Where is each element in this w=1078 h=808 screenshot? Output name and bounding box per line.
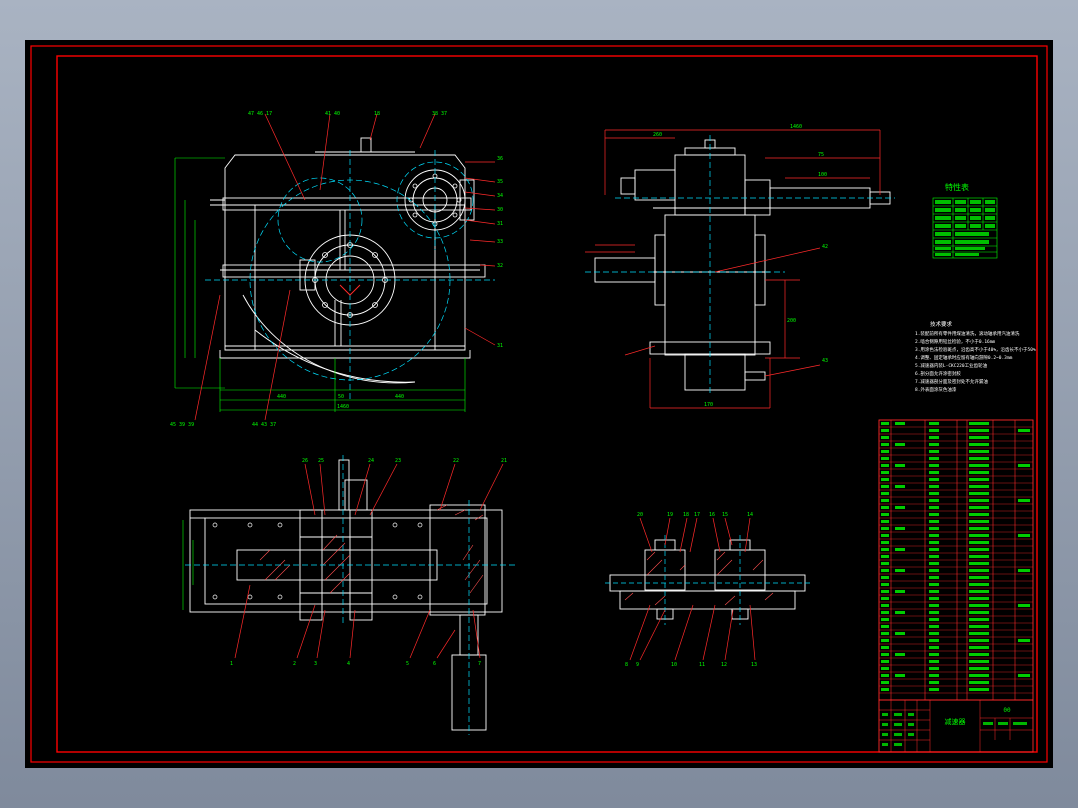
characteristic-table: 特性表 bbox=[932, 182, 998, 259]
svg-text:技术要求: 技术要求 bbox=[930, 320, 953, 328]
svg-text:4: 4 bbox=[347, 661, 350, 667]
svg-text:6.剖分面允许涂密封胶: 6.剖分面允许涂密封胶 bbox=[915, 370, 961, 377]
svg-text:26: 26 bbox=[302, 458, 308, 464]
svg-text:10: 10 bbox=[671, 662, 677, 668]
svg-text:8: 8 bbox=[625, 662, 628, 668]
front-view-dimensions bbox=[174, 157, 466, 412]
parts-list-table bbox=[878, 419, 1034, 701]
front-view-dim-text: 440 50 440 1460 bbox=[277, 394, 404, 410]
front-view bbox=[210, 137, 486, 384]
front-view-bolt-holes bbox=[312, 173, 462, 318]
technical-requirements: 技术要求 1.装配前所有零件用煤油清洗，滚动轴承用汽油清洗 2.啮合侧隙用铅丝检… bbox=[915, 320, 1036, 393]
svg-text:35: 35 bbox=[497, 179, 503, 185]
svg-text:24: 24 bbox=[368, 458, 374, 464]
svg-text:5: 5 bbox=[406, 661, 409, 667]
svg-text:14: 14 bbox=[747, 512, 753, 518]
svg-text:特性表: 特性表 bbox=[945, 182, 969, 192]
drawing-code: 00 bbox=[1003, 707, 1011, 714]
svg-text:440: 440 bbox=[277, 394, 286, 400]
svg-text:50: 50 bbox=[338, 394, 344, 400]
svg-text:440: 440 bbox=[395, 394, 404, 400]
svg-text:31: 31 bbox=[497, 343, 503, 349]
svg-text:45 39 39: 45 39 39 bbox=[170, 422, 194, 428]
svg-text:18: 18 bbox=[683, 512, 689, 518]
inner-frame bbox=[56, 55, 1038, 753]
svg-text:44 43 37: 44 43 37 bbox=[252, 422, 276, 428]
svg-text:16: 16 bbox=[709, 512, 715, 518]
svg-text:36: 36 bbox=[497, 156, 503, 162]
svg-text:20: 20 bbox=[637, 512, 643, 518]
svg-text:9: 9 bbox=[636, 662, 639, 668]
cad-drawing-canvas: 440 50 440 1460 47 46 17 41 40 18 38 37 … bbox=[25, 40, 1053, 768]
svg-text:260: 260 bbox=[653, 132, 662, 138]
side-view bbox=[594, 139, 891, 391]
svg-text:6: 6 bbox=[433, 661, 436, 667]
drawing-title: 减速器 bbox=[945, 717, 966, 726]
svg-text:43: 43 bbox=[822, 358, 828, 364]
svg-text:33: 33 bbox=[497, 239, 503, 245]
svg-text:32: 32 bbox=[497, 263, 503, 269]
svg-text:3: 3 bbox=[314, 661, 317, 667]
side-view-centerlines bbox=[585, 135, 895, 395]
svg-text:11: 11 bbox=[699, 662, 705, 668]
svg-text:5.减速器内装L-CKC220工业齿轮油: 5.减速器内装L-CKC220工业齿轮油 bbox=[915, 362, 988, 369]
detail-view-hatching bbox=[624, 551, 774, 606]
svg-text:7.减速器剖分面及密封处不允许漏油: 7.减速器剖分面及密封处不允许漏油 bbox=[915, 378, 988, 385]
front-view-pitch-circles bbox=[205, 150, 495, 400]
svg-text:200: 200 bbox=[787, 318, 796, 324]
svg-text:34: 34 bbox=[497, 193, 503, 199]
side-view-dimensions bbox=[585, 129, 881, 409]
svg-text:47 46 17: 47 46 17 bbox=[248, 111, 272, 117]
svg-text:19: 19 bbox=[667, 512, 673, 518]
svg-text:1460: 1460 bbox=[790, 124, 802, 130]
svg-text:12: 12 bbox=[721, 662, 727, 668]
plan-view bbox=[189, 459, 503, 731]
assembly-drawing: 440 50 440 1460 47 46 17 41 40 18 38 37 … bbox=[30, 45, 1048, 763]
svg-text:3.用涂色法检验斑点，沿齿高不小于40%，沿齿长不小于50%: 3.用涂色法检验斑点，沿齿高不小于40%，沿齿长不小于50% bbox=[915, 346, 1036, 353]
svg-text:1460: 1460 bbox=[337, 404, 349, 410]
svg-text:17: 17 bbox=[694, 512, 700, 518]
svg-text:42: 42 bbox=[822, 244, 828, 250]
svg-text:2: 2 bbox=[293, 661, 296, 667]
svg-text:100: 100 bbox=[818, 172, 827, 178]
title-block: 减速器 00 bbox=[878, 699, 1034, 753]
detail-view bbox=[609, 539, 806, 620]
plan-view-leaders bbox=[234, 463, 504, 659]
svg-text:1.装配前所有零件用煤油清洗，滚动轴承用汽油清洗: 1.装配前所有零件用煤油清洗，滚动轴承用汽油清洗 bbox=[915, 330, 1020, 337]
svg-text:23: 23 bbox=[395, 458, 401, 464]
svg-text:22: 22 bbox=[453, 458, 459, 464]
detail-view-centerlines bbox=[605, 535, 810, 625]
svg-text:41 40: 41 40 bbox=[325, 111, 340, 117]
svg-text:75: 75 bbox=[818, 152, 824, 158]
plan-view-bolts bbox=[212, 522, 423, 600]
svg-text:31: 31 bbox=[497, 221, 503, 227]
svg-text:38 37: 38 37 bbox=[432, 111, 447, 117]
plan-view-labels: 26 25 24 23 22 21 1 2 3 4 5 6 7 bbox=[230, 458, 507, 667]
detail-view-leaders bbox=[629, 517, 756, 661]
svg-text:15: 15 bbox=[722, 512, 728, 518]
svg-text:8.外表面涂灰色油漆: 8.外表面涂灰色油漆 bbox=[915, 386, 957, 393]
svg-text:7: 7 bbox=[478, 661, 481, 667]
svg-text:1: 1 bbox=[230, 661, 233, 667]
svg-text:18: 18 bbox=[374, 111, 380, 117]
svg-text:25: 25 bbox=[318, 458, 324, 464]
svg-text:170: 170 bbox=[704, 402, 713, 408]
svg-text:30: 30 bbox=[497, 207, 503, 213]
svg-text:21: 21 bbox=[501, 458, 507, 464]
svg-text:13: 13 bbox=[751, 662, 757, 668]
svg-text:2.啮合侧隙用铅丝检验，不小于0.16mm: 2.啮合侧隙用铅丝检验，不小于0.16mm bbox=[915, 338, 995, 345]
outer-frame bbox=[30, 45, 1048, 763]
svg-text:4.调整、固定轴承时应留有轴向游隙0.2~0.3mm: 4.调整、固定轴承时应留有轴向游隙0.2~0.3mm bbox=[915, 354, 1013, 361]
